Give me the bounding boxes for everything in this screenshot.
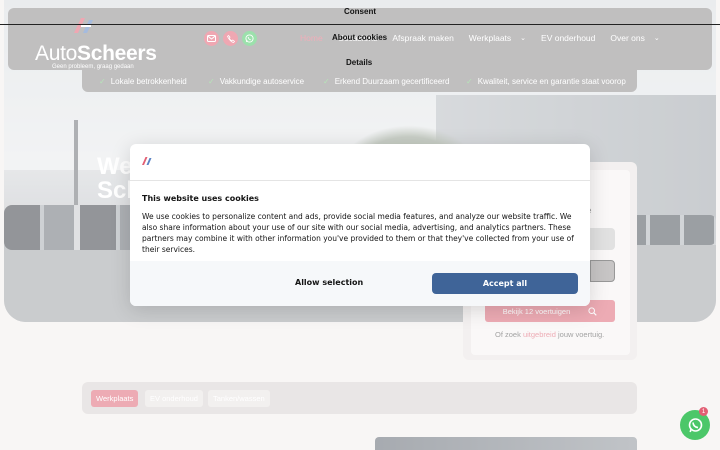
dialog-divider — [130, 180, 590, 181]
cookie-dialog-title: This website uses cookies — [142, 194, 259, 203]
cookie-dialog: This website uses cookies We use cookies… — [130, 144, 590, 306]
cookiebot-logo-icon — [142, 157, 152, 165]
notification-badge: 1 — [699, 407, 708, 416]
cookie-dialog-body: We use cookies to personalize content an… — [142, 212, 574, 254]
allow-selection-button[interactable]: Allow selection — [295, 278, 363, 287]
cookie-tab-about[interactable]: About cookies — [332, 33, 387, 42]
cookie-tab-details[interactable]: Details — [346, 58, 372, 67]
cookie-tabs-divider — [0, 24, 720, 25]
cookie-tab-consent[interactable]: Consent — [344, 7, 376, 16]
accept-all-button[interactable]: Accept all — [432, 273, 578, 294]
whatsapp-icon — [688, 417, 702, 432]
